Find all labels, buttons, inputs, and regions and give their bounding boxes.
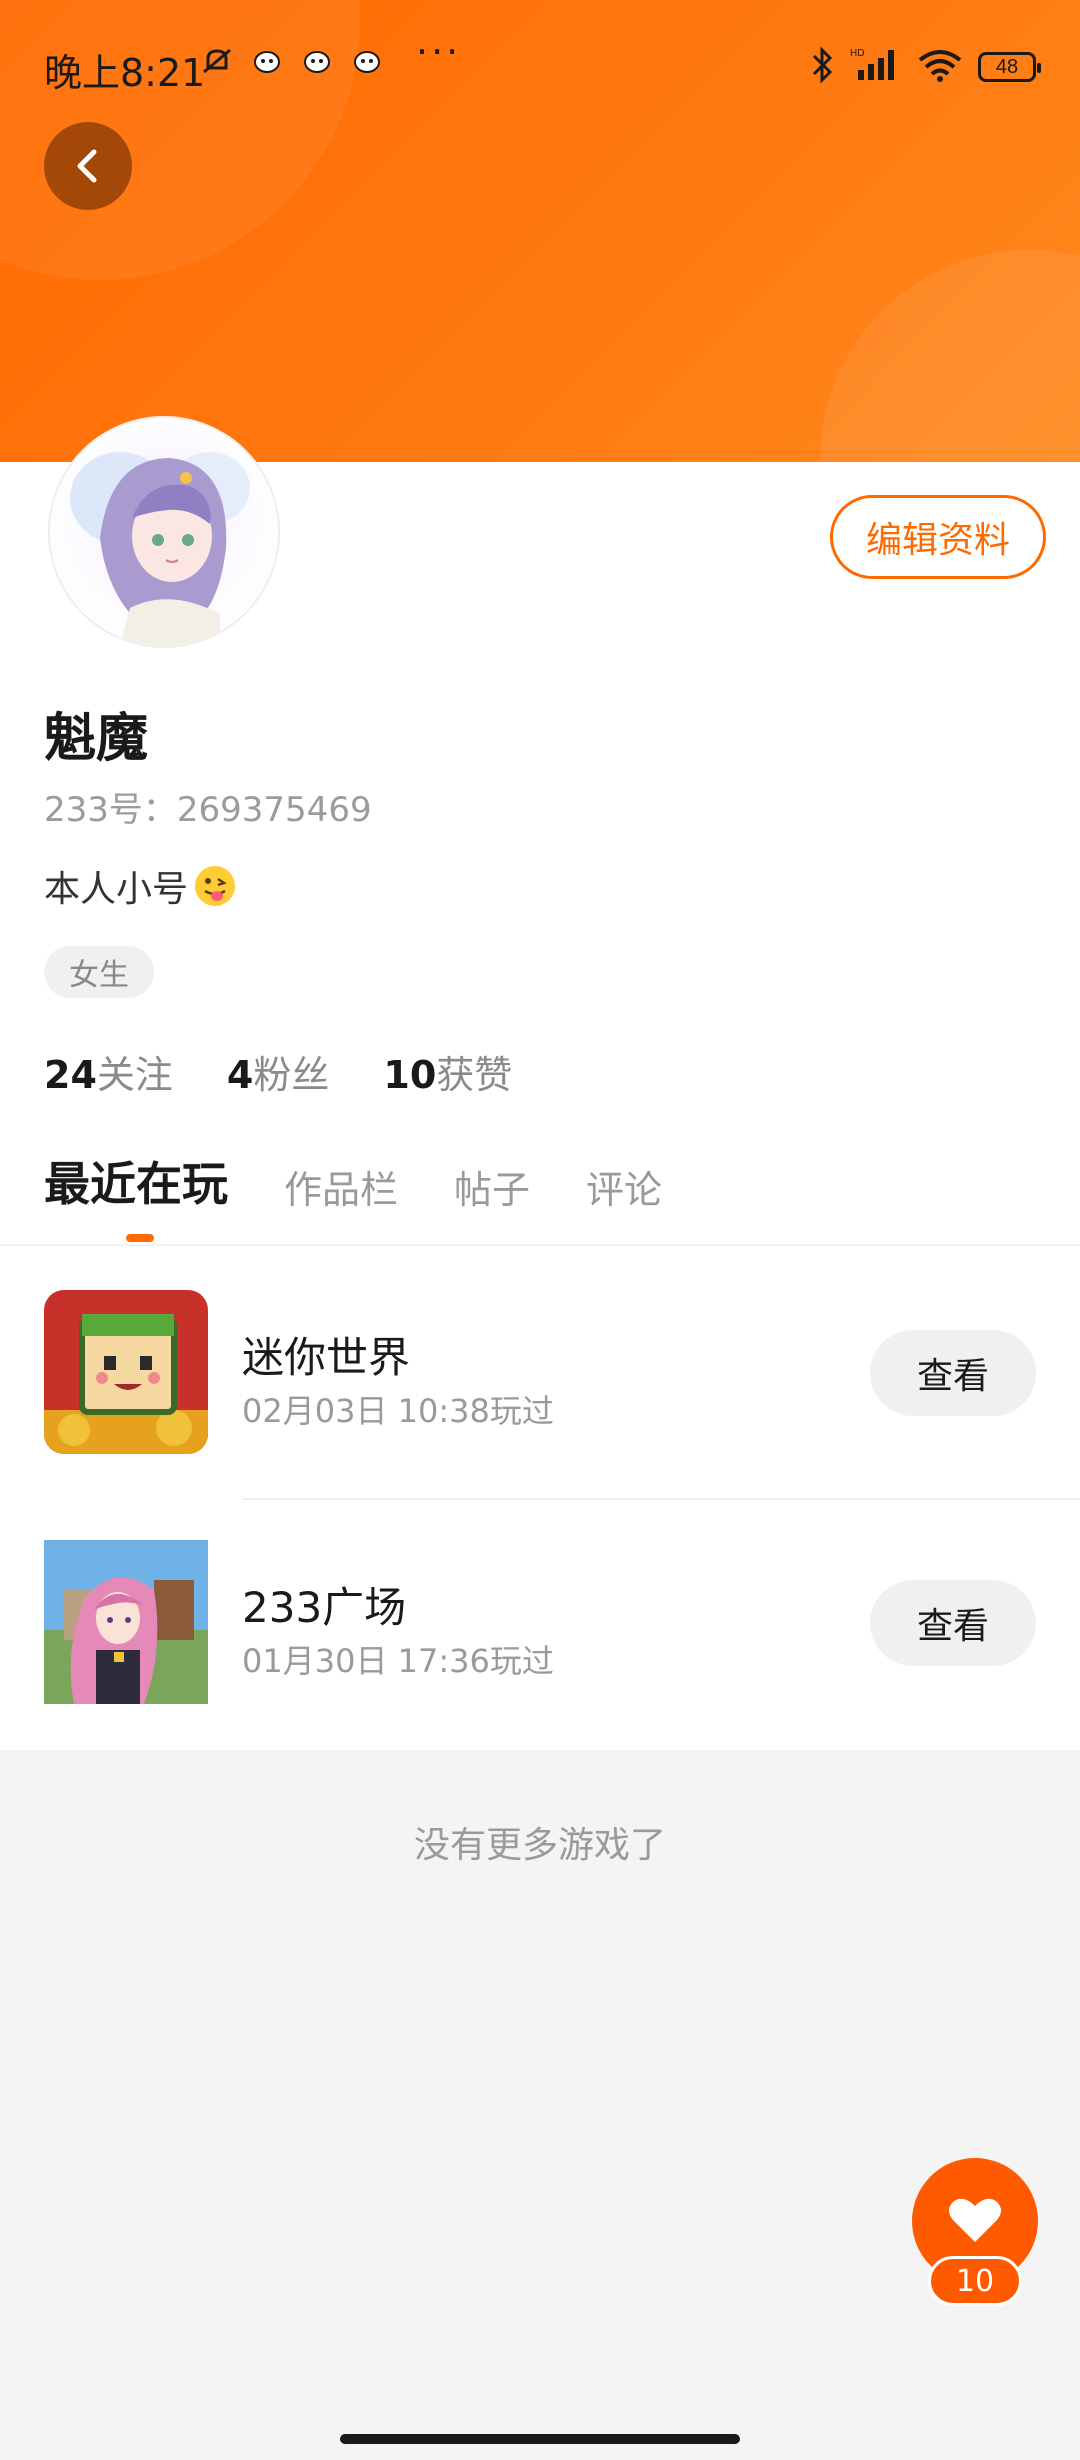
tab-works[interactable]: 作品栏 (284, 1159, 398, 1214)
back-button[interactable] (44, 122, 132, 210)
tab-recently-played[interactable]: 最近在玩 (44, 1148, 228, 1214)
bio: 本人小号 (44, 860, 238, 912)
tab-posts[interactable]: 帖子 (454, 1159, 530, 1214)
view-game-button[interactable]: 查看 (870, 1330, 1036, 1416)
tab-comments[interactable]: 评论 (586, 1159, 662, 1214)
game-icon-mini-world (44, 1290, 208, 1454)
status-bar: 晚上8:21 ··· HD 48 (0, 0, 1080, 130)
stat-label: 粉丝 (253, 1053, 330, 1097)
signal-icon: HD (850, 46, 902, 88)
profile-tabs: 最近在玩 作品栏 帖子 评论 (44, 1148, 662, 1214)
app-notification-icon (250, 46, 284, 76)
status-time: 晚上8:21 (44, 51, 206, 95)
following-stat[interactable]: 24关注 (44, 1044, 173, 1099)
game-name: 迷你世界 (242, 1333, 411, 1382)
no-more-games-text: 没有更多游戏了 (413, 1825, 666, 1866)
view-game-button[interactable]: 查看 (870, 1580, 1036, 1666)
tongue-out-emoji-icon (195, 866, 236, 906)
list-item[interactable]: 迷你世界 02月03日 10:38玩过 查看 (0, 1250, 1080, 1500)
active-tab-indicator (126, 1234, 154, 1242)
home-indicator[interactable] (340, 2434, 740, 2444)
like-count-badge: 10 (928, 2256, 1022, 2306)
stat-label: 关注 (96, 1053, 173, 1097)
profile-stats: 24关注 4粉丝 10获赞 (44, 1044, 512, 1099)
nickname: 魁魔 (44, 709, 149, 769)
stat-label: 获赞 (436, 1053, 513, 1097)
banner-decoration (820, 250, 1080, 462)
game-icon-233-plaza (44, 1540, 208, 1704)
divider (0, 1244, 1080, 1246)
last-played-time: 01月30日 17:36玩过 (242, 1642, 554, 1680)
list-item[interactable]: 233广场 01月30日 17:36玩过 查看 (0, 1500, 1080, 1750)
stat-number: 4 (226, 1053, 254, 1097)
avatar-illustration (52, 420, 276, 646)
bio-text: 本人小号 (44, 869, 189, 910)
mute-icon (200, 46, 234, 76)
app-notification-icon (300, 46, 334, 76)
bluetooth-icon (810, 46, 836, 88)
app-notification-icon (350, 46, 384, 76)
more-notifications-icon: ··· (416, 30, 462, 74)
wifi-icon (916, 46, 964, 88)
svg-text:HD: HD (850, 48, 864, 59)
chevron-left-icon (77, 149, 97, 183)
stat-number: 24 (44, 1053, 97, 1097)
edit-profile-button[interactable]: 编辑资料 (830, 495, 1046, 579)
last-played-time: 02月03日 10:38玩过 (242, 1392, 554, 1430)
game-name: 233广场 (242, 1583, 407, 1632)
stat-number: 10 (383, 1053, 437, 1097)
avatar[interactable] (50, 418, 278, 646)
battery-icon: 48 (978, 52, 1041, 82)
followers-stat[interactable]: 4粉丝 (227, 1044, 329, 1099)
likes-stat[interactable]: 10获赞 (383, 1044, 512, 1099)
gender-tag: 女生 (44, 946, 154, 998)
notification-icons (200, 46, 384, 76)
heart-icon (949, 2198, 1001, 2242)
system-icons: HD 48 (810, 46, 1041, 88)
user-id: 233号：269375469 (44, 790, 372, 830)
